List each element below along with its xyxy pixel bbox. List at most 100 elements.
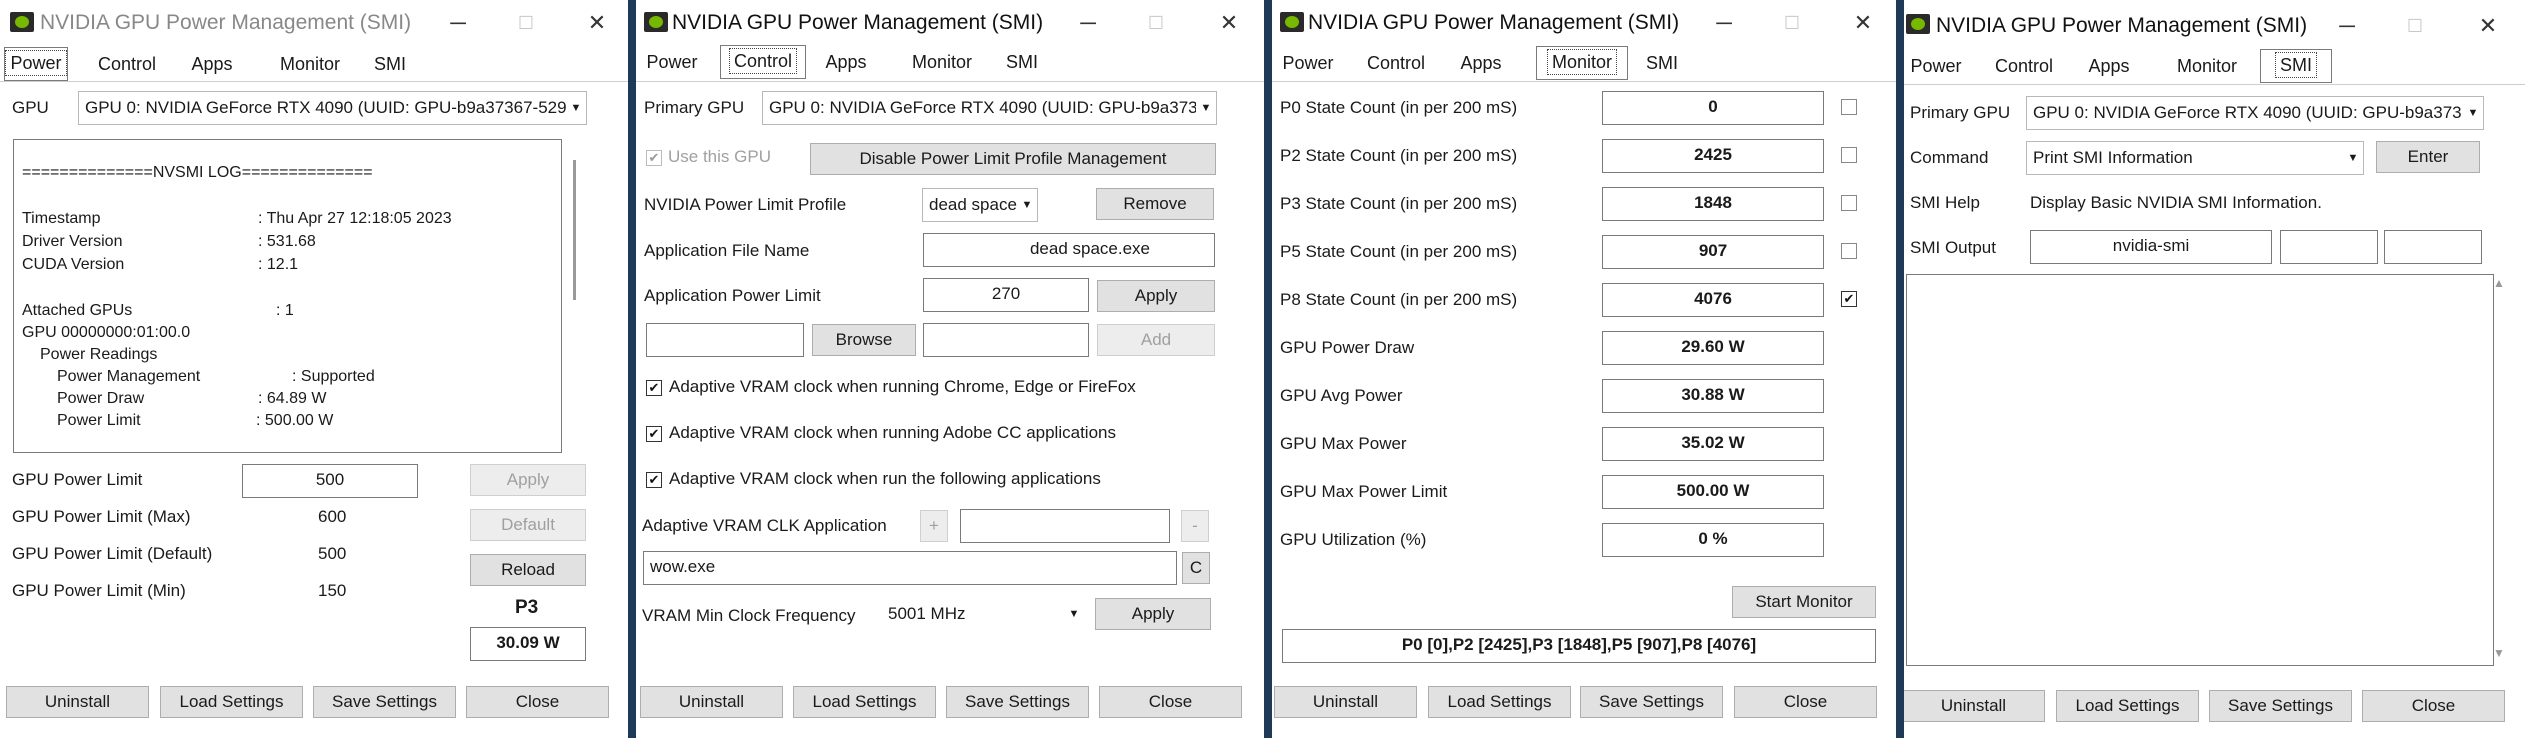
close-button[interactable]: Close: [466, 686, 609, 718]
smi-output-area[interactable]: [1906, 274, 2494, 666]
reload-button[interactable]: Reload: [470, 554, 586, 586]
remove-button[interactable]: Remove: [1096, 188, 1214, 220]
p5-checkbox[interactable]: [1841, 243, 1857, 259]
add-button[interactable]: Add: [1097, 324, 1215, 356]
apply-button[interactable]: Apply: [1097, 280, 1215, 312]
minimize-icon[interactable]: ─: [1073, 9, 1103, 37]
p0-checkbox[interactable]: [1841, 99, 1857, 115]
app-power-limit-input[interactable]: 270: [923, 278, 1089, 312]
scroll-down-icon[interactable]: ▼: [2488, 646, 2510, 666]
title-bar[interactable]: NVIDIA GPU Power Management (SMI) ─ ☐ ✕: [1272, 0, 1896, 46]
tab-monitor[interactable]: Monitor: [900, 45, 984, 79]
plus-button[interactable]: +: [920, 510, 948, 542]
log-pd-value: : 64.89 W: [258, 390, 327, 407]
vram-adobe-checkbox[interactable]: [646, 426, 662, 442]
uninstall-button[interactable]: Uninstall: [1904, 690, 2045, 722]
vram-app-list[interactable]: wow.exe: [643, 551, 1177, 585]
load-settings-button[interactable]: Load Settings: [160, 686, 303, 718]
minimize-icon[interactable]: ─: [2332, 12, 2362, 40]
p3-checkbox[interactable]: [1841, 195, 1857, 211]
tab-apps[interactable]: Apps: [182, 47, 242, 81]
apply-button[interactable]: Apply: [470, 464, 586, 496]
power-draw-label: GPU Power Draw: [1280, 338, 1415, 357]
tab-smi[interactable]: SMI: [1634, 46, 1690, 80]
browse-extra-input[interactable]: [923, 323, 1089, 357]
title-bar[interactable]: NVIDIA GPU Power Management (SMI) ─ ☐ ✕: [636, 0, 1264, 46]
tab-control[interactable]: Control: [720, 45, 806, 79]
maximize-icon[interactable]: ☐: [1777, 9, 1807, 37]
tab-monitor[interactable]: Monitor: [268, 47, 352, 81]
save-settings-button[interactable]: Save Settings: [1580, 686, 1723, 718]
p2-checkbox[interactable]: [1841, 147, 1857, 163]
tab-power[interactable]: Power: [640, 45, 704, 79]
tab-power[interactable]: Power: [1904, 49, 1968, 83]
load-settings-button[interactable]: Load Settings: [2056, 690, 2199, 722]
power-profile-select[interactable]: dead space.exe;2 ▼: [922, 188, 1038, 222]
tab-apps[interactable]: Apps: [2078, 49, 2140, 83]
tab-power[interactable]: Power: [4, 47, 68, 81]
apply-clock-button[interactable]: Apply: [1095, 598, 1211, 630]
primary-gpu-select[interactable]: GPU 0: NVIDIA GeForce RTX 4090 (UUID: GP…: [2026, 96, 2484, 130]
log-attached-value: : 1: [276, 302, 294, 319]
load-settings-button[interactable]: Load Settings: [793, 686, 936, 718]
start-monitor-button[interactable]: Start Monitor: [1732, 586, 1876, 618]
tab-monitor[interactable]: Monitor: [1536, 46, 1628, 80]
maximize-icon[interactable]: ☐: [2400, 12, 2430, 40]
tab-monitor[interactable]: Monitor: [2164, 49, 2250, 83]
clear-button[interactable]: C: [1182, 552, 1210, 584]
p8-checkbox[interactable]: [1841, 291, 1857, 307]
minimize-icon[interactable]: ─: [443, 9, 473, 37]
vram-app-input[interactable]: [960, 509, 1170, 543]
maximize-icon[interactable]: ☐: [1141, 9, 1171, 37]
title-bar[interactable]: NVIDIA GPU Power Management (SMI) ─ ☐ ✕: [0, 0, 628, 46]
minimize-icon[interactable]: ─: [1709, 9, 1739, 37]
tab-smi[interactable]: SMI: [362, 47, 418, 81]
uninstall-button[interactable]: Uninstall: [640, 686, 783, 718]
vram-apps-checkbox[interactable]: [646, 472, 662, 488]
close-icon[interactable]: ✕: [582, 9, 612, 37]
log-scrollbar-thumb[interactable]: [573, 160, 576, 300]
disable-profile-button[interactable]: Disable Power Limit Profile Management: [810, 143, 1216, 175]
app-file-name-input[interactable]: dead space.exe: [923, 233, 1215, 267]
tab-apps[interactable]: Apps: [816, 45, 876, 79]
scroll-up-icon[interactable]: ▲: [2488, 276, 2510, 296]
save-settings-button[interactable]: Save Settings: [2209, 690, 2352, 722]
tab-apps[interactable]: Apps: [1450, 46, 1512, 80]
power-limit-max-value: 600: [318, 507, 347, 526]
command-select[interactable]: Print SMI Information ▼: [2026, 141, 2364, 175]
minus-button[interactable]: -: [1181, 510, 1209, 542]
tab-control[interactable]: Control: [1984, 49, 2064, 83]
tab-smi[interactable]: SMI: [994, 45, 1050, 79]
primary-gpu-select[interactable]: GPU 0: NVIDIA GeForce RTX 4090 (UUID: GP…: [762, 91, 1217, 125]
tab-control[interactable]: Control: [91, 47, 163, 81]
uninstall-button[interactable]: Uninstall: [1274, 686, 1417, 718]
enter-button[interactable]: Enter: [2376, 141, 2480, 173]
tab-smi[interactable]: SMI: [2260, 49, 2332, 83]
tab-power[interactable]: Power: [1276, 46, 1340, 80]
smi-output-command[interactable]: nvidia-smi: [2030, 230, 2272, 264]
default-button[interactable]: Default: [470, 509, 586, 541]
load-settings-button[interactable]: Load Settings: [1428, 686, 1571, 718]
vram-chrome-checkbox[interactable]: [646, 380, 662, 396]
use-gpu-checkbox[interactable]: [646, 150, 662, 166]
smi-output-field-3[interactable]: [2384, 230, 2482, 264]
tab-control[interactable]: Control: [1356, 46, 1436, 80]
vram-min-clock-select[interactable]: 5001 MHz ▼: [882, 598, 1084, 632]
save-settings-button[interactable]: Save Settings: [946, 686, 1089, 718]
uninstall-button[interactable]: Uninstall: [6, 686, 149, 718]
close-button[interactable]: Close: [2362, 690, 2505, 722]
close-button[interactable]: Close: [1734, 686, 1877, 718]
gpu-select[interactable]: GPU 0: NVIDIA GeForce RTX 4090 (UUID: GP…: [78, 91, 587, 125]
save-settings-button[interactable]: Save Settings: [313, 686, 456, 718]
browse-path-input[interactable]: [646, 323, 804, 357]
close-button[interactable]: Close: [1099, 686, 1242, 718]
close-icon[interactable]: ✕: [2473, 12, 2503, 40]
power-limit-input[interactable]: 500: [242, 464, 418, 498]
close-icon[interactable]: ✕: [1214, 9, 1244, 37]
maximize-icon[interactable]: ☐: [511, 9, 541, 37]
smi-output-field-2[interactable]: [2280, 230, 2378, 264]
close-icon[interactable]: ✕: [1848, 9, 1878, 37]
browse-button[interactable]: Browse: [812, 324, 916, 356]
nvsmi-log-panel[interactable]: ==============NVSMI LOG============== Ti…: [13, 139, 562, 453]
title-bar[interactable]: NVIDIA GPU Power Management (SMI) ─ ☐ ✕: [1904, 0, 2525, 46]
